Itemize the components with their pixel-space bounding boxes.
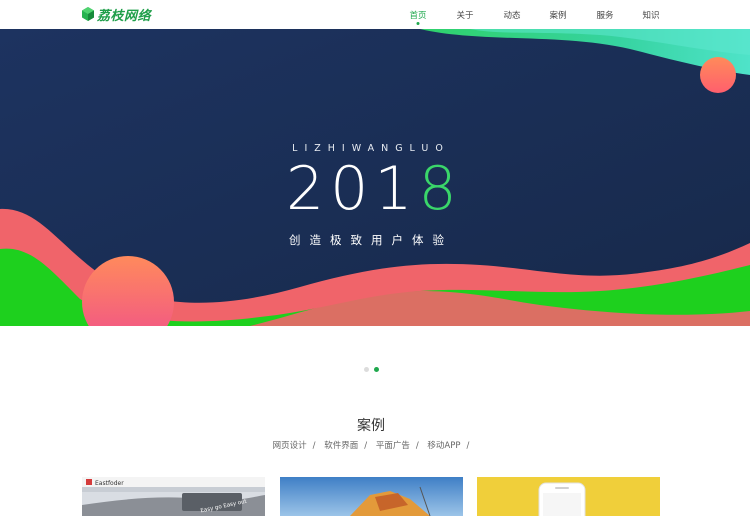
banner-subtitle: LIZHIWANGLUO — [292, 143, 450, 154]
case-thumbnail-2-image — [280, 477, 463, 516]
case-thumbnail-2[interactable] — [280, 477, 463, 516]
header: 荔枝网络 首页 关于 动态 案例 服务 知识 — [0, 0, 750, 29]
case-thumbnail-3[interactable] — [477, 477, 660, 516]
case-thumbnail-1[interactable]: Eastfoder Easy go Easy out — [82, 477, 265, 516]
hero-banner[interactable]: LIZHIWANGLUO 2018 创造极致用户体验 — [0, 29, 750, 326]
nav-item-services[interactable]: 服务 — [596, 9, 613, 21]
thumb1-brand: Eastfoder — [95, 480, 124, 487]
case-thumbnail-1-image: Eastfoder Easy go Easy out — [82, 477, 265, 516]
carousel-indicators — [364, 367, 379, 372]
banner-slogan: 创造极致用户体验 — [289, 233, 453, 247]
logo-hexagon-icon — [82, 7, 94, 21]
carousel-dot-1[interactable] — [364, 367, 369, 372]
category-separator: / — [466, 441, 470, 451]
logo-text: 荔枝网络 — [97, 8, 152, 24]
nav-item-cases[interactable]: 案例 — [549, 9, 566, 21]
nav-item-knowledge[interactable]: 知识 — [642, 9, 659, 21]
category-separator: / — [415, 441, 419, 451]
category-separator: / — [312, 441, 316, 451]
case-thumbnail-3-image — [477, 477, 660, 516]
category-mobile-app[interactable]: 移动APP — [427, 441, 460, 451]
nav-item-home[interactable]: 首页 — [409, 9, 426, 21]
category-web-design[interactable]: 网页设计 — [273, 441, 307, 451]
nav-active-indicator — [416, 22, 420, 25]
category-separator: / — [364, 441, 368, 451]
banner-year-accent: 8 — [418, 154, 463, 224]
cases-categories: 网页设计 / 软件界面 / 平面广告 / 移动APP / — [0, 439, 742, 451]
nav-item-about[interactable]: 关于 — [456, 9, 473, 21]
logo[interactable]: 荔枝网络 — [82, 6, 152, 24]
carousel-dot-2-active[interactable] — [374, 367, 379, 372]
banner-year-main: 201 — [286, 154, 419, 224]
nav-item-news[interactable]: 动态 — [503, 9, 520, 21]
category-print-ads[interactable]: 平面广告 — [376, 441, 410, 451]
category-software-ui[interactable]: 软件界面 — [324, 441, 358, 451]
cases-title: 案例 — [357, 418, 385, 434]
banner-year: 2018 — [286, 159, 463, 219]
